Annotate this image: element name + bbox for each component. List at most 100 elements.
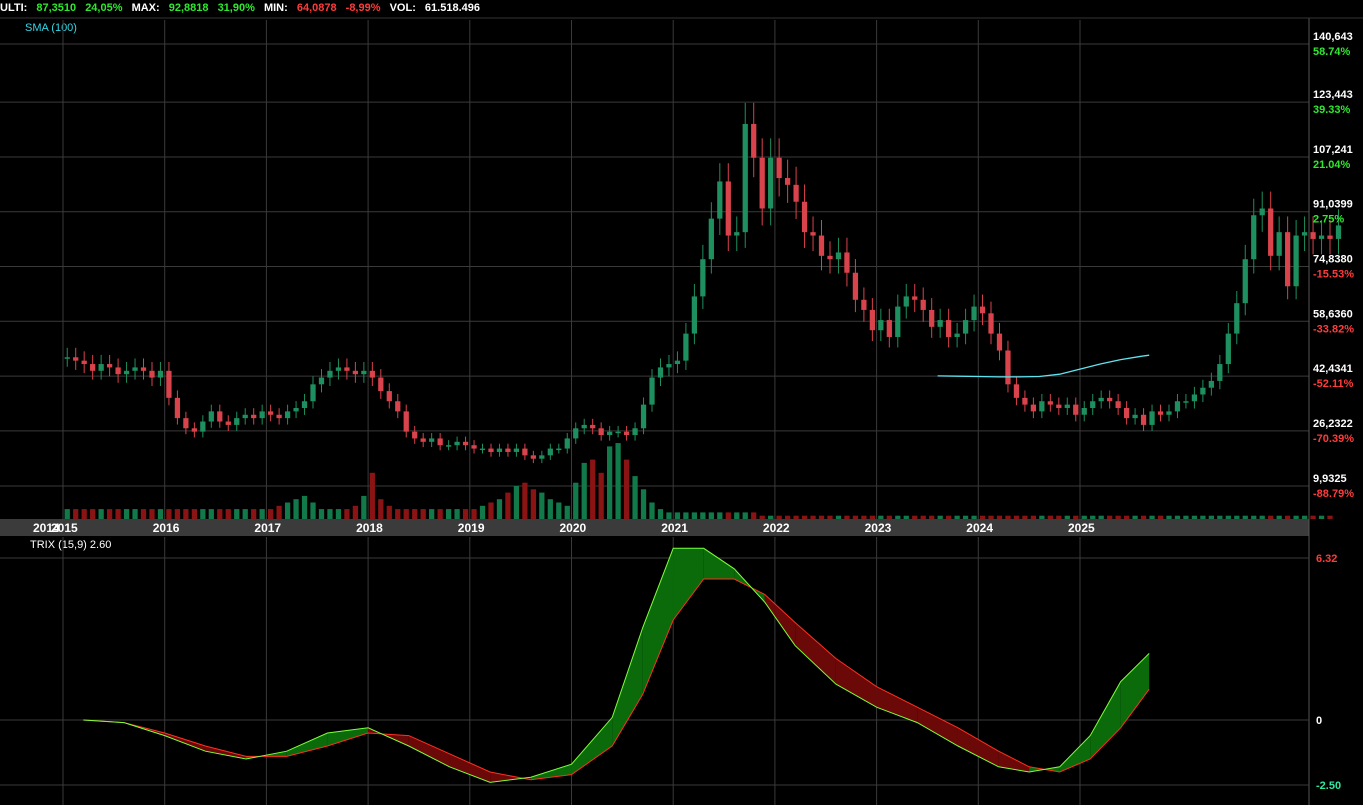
candle-body (971, 306, 977, 321)
volume-bar (1200, 515, 1206, 519)
volume-bar (462, 509, 469, 519)
volume-bar (1013, 515, 1020, 519)
candle-body (462, 441, 469, 446)
volume-bar (73, 509, 79, 519)
candle-body (1327, 235, 1333, 239)
volume-bar (835, 515, 842, 519)
trix-fill (1059, 735, 1091, 772)
candle-body (539, 455, 545, 459)
y-tick-label: 140,643 (1313, 31, 1353, 43)
volume-bar (217, 509, 223, 519)
candle-body (479, 448, 486, 451)
volume-bar (1208, 515, 1214, 519)
candle-body (174, 397, 181, 419)
volume-bar (183, 509, 189, 519)
candle-body (454, 441, 460, 446)
candle-body (632, 428, 638, 436)
volume-bar (1081, 515, 1087, 519)
candle-body (1208, 380, 1214, 388)
volume-bar (251, 509, 257, 519)
volume-bar (607, 446, 613, 519)
candle-body (742, 123, 748, 233)
volume-bar (420, 509, 426, 519)
candle-body (268, 411, 274, 415)
candle-body (556, 448, 562, 451)
candle-body (996, 333, 1003, 351)
candle-body (878, 320, 884, 331)
candle-body (395, 401, 401, 412)
candle-body (1123, 407, 1130, 419)
trix-fill (642, 548, 674, 695)
candle-body (954, 333, 960, 337)
trix-fill (571, 717, 613, 775)
x-tick-label: 2017 (254, 521, 281, 535)
volume-bar (522, 482, 528, 519)
chart-canvas[interactable]: 140,643 58.74% 123,443 39.33% 107,241 21.04% 9… (0, 0, 1363, 805)
candle-body (937, 320, 943, 327)
candle-body (869, 309, 875, 331)
y-tick-label: 42,4341 (1313, 363, 1353, 375)
candle-body (123, 370, 130, 375)
candle-body (166, 370, 172, 398)
x-tick-label: 2016 (153, 521, 180, 535)
candle-body (361, 370, 367, 375)
volume-bar (106, 509, 113, 519)
candle-body (1310, 232, 1316, 239)
candle-body (640, 404, 647, 429)
x-tick-label: 2024 (966, 521, 993, 535)
volume-bar (861, 515, 867, 519)
candle-body (200, 421, 206, 432)
volume-bar (793, 515, 799, 519)
y-tick-label: 58,6360 (1313, 308, 1353, 320)
volume-bar (1276, 515, 1282, 519)
candle-body (369, 370, 375, 378)
x-tick-label: 2025 (1068, 521, 1095, 535)
x-tick-label: 2018 (356, 521, 383, 535)
candle-body (852, 272, 859, 300)
volume-bar (1064, 515, 1070, 519)
candle-body (1056, 404, 1062, 408)
volume-bar (369, 472, 375, 519)
candle-body (1183, 401, 1189, 403)
volume-bar (734, 512, 740, 519)
volume-bar (784, 515, 791, 519)
volume-bar (547, 499, 553, 519)
trix-fill (286, 733, 328, 757)
volume-bar (1318, 515, 1325, 519)
volume-bar (742, 512, 748, 519)
volume-bar (479, 505, 486, 519)
volume-bar (852, 515, 859, 519)
trix-fill (998, 751, 1030, 772)
volume-bar (395, 509, 401, 519)
y-pct-label: -33.82% (1313, 323, 1354, 335)
trix-fill (703, 548, 735, 580)
y-tick-label: 26,2322 (1313, 418, 1353, 430)
volume-bar (488, 502, 494, 519)
candle-body (488, 448, 494, 452)
candle-body (929, 309, 935, 327)
volume-bar (1107, 515, 1113, 519)
candle-body (793, 184, 799, 202)
candle-body (64, 357, 70, 359)
y-pct-label: -52.11% (1313, 378, 1354, 390)
candle-body (1039, 401, 1045, 412)
volume-bar (352, 505, 359, 519)
trix-tick-label: 0 (1316, 715, 1322, 727)
volume-bar (1098, 515, 1104, 519)
volume-bar (1293, 515, 1299, 519)
volume-bar (140, 509, 147, 519)
sma-100-line (937, 354, 1150, 378)
volume-bar (1047, 515, 1053, 519)
candle-body (1073, 404, 1079, 415)
volume-bar (539, 492, 545, 519)
volume-bar (123, 509, 130, 519)
y-pct-label: -70.39% (1313, 433, 1354, 445)
candle-body (242, 414, 248, 419)
volume-bar (361, 495, 367, 519)
volume-bar (1251, 515, 1257, 519)
trix-fill (612, 627, 643, 746)
candle-body (1098, 397, 1104, 402)
candle-body (1030, 404, 1037, 412)
candle-body (615, 431, 621, 434)
candle-body (1259, 208, 1265, 216)
